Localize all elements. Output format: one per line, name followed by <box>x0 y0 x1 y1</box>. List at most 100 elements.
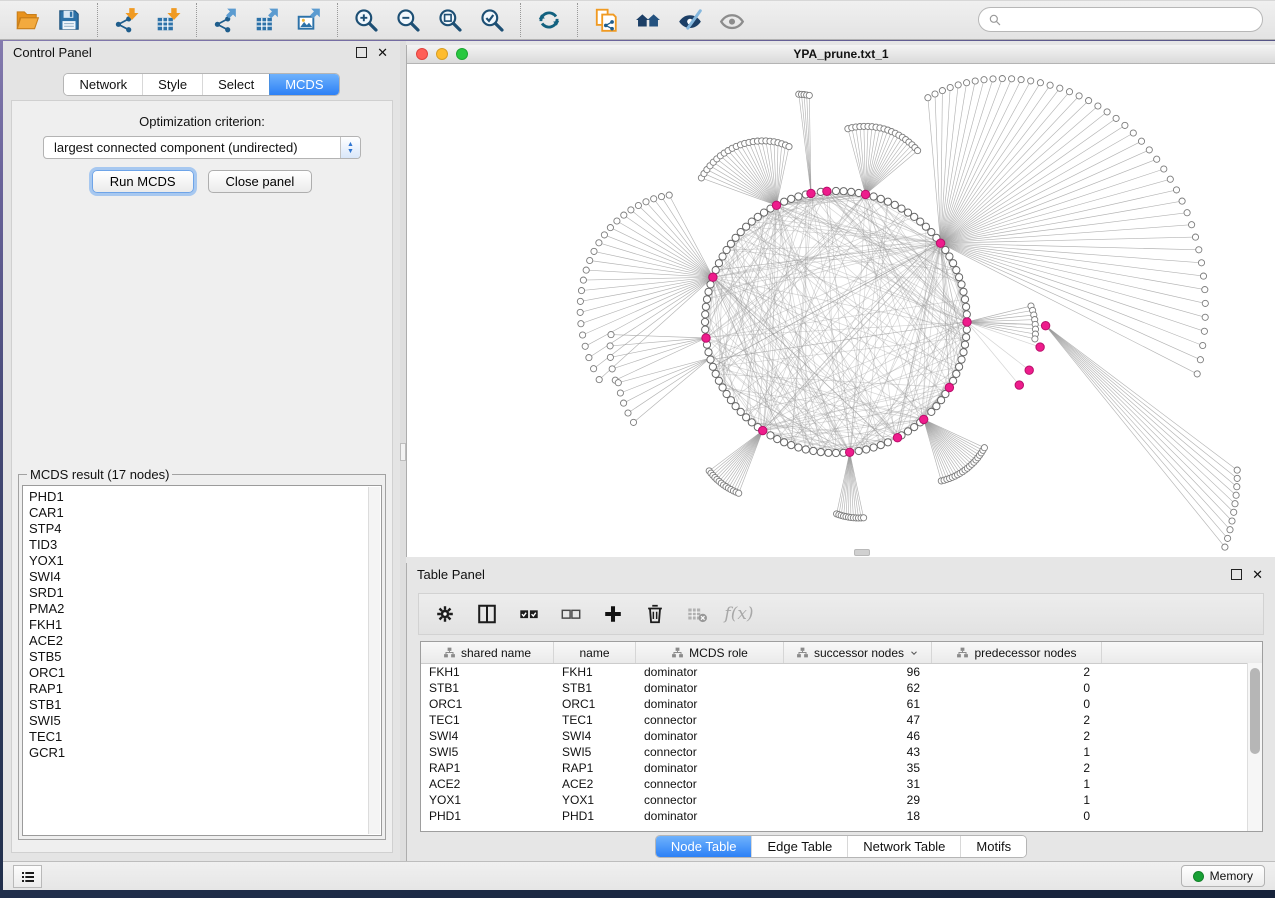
network-graph[interactable] <box>407 64 1275 557</box>
graph-node[interactable] <box>583 267 589 273</box>
graph-node[interactable] <box>981 77 987 83</box>
graph-node[interactable] <box>1028 78 1034 84</box>
graph-node[interactable] <box>963 303 970 310</box>
graph-node[interactable] <box>709 363 716 370</box>
memory-button[interactable]: Memory <box>1181 865 1265 887</box>
graph-node[interactable] <box>635 202 641 208</box>
graph-node[interactable] <box>703 296 710 303</box>
graph-node[interactable] <box>651 196 657 202</box>
graph-node[interactable] <box>643 199 649 205</box>
close-panel-icon[interactable]: ✕ <box>377 47 388 58</box>
graph-node[interactable] <box>736 490 742 496</box>
graph-node[interactable] <box>732 403 739 410</box>
graph-node[interactable] <box>580 332 586 338</box>
list-item[interactable]: STB5 <box>29 649 365 665</box>
graph-node[interactable] <box>1113 115 1119 121</box>
graph-node[interactable] <box>1194 371 1200 377</box>
import-table-button[interactable] <box>147 4 189 36</box>
open-file-button[interactable] <box>6 4 48 36</box>
graph-node[interactable] <box>1086 98 1092 104</box>
mcds-graph-node[interactable] <box>1025 366 1033 374</box>
graph-node[interactable] <box>1047 82 1053 88</box>
mcds-graph-node[interactable] <box>945 383 953 391</box>
export-network-button[interactable] <box>204 4 246 36</box>
graph-node[interactable] <box>621 212 627 218</box>
table-scrollbar-thumb[interactable] <box>1250 668 1260 754</box>
graph-node[interactable] <box>1167 176 1173 182</box>
graph-node[interactable] <box>1200 342 1206 348</box>
graph-node[interactable] <box>939 88 945 94</box>
table-row[interactable]: YOX1YOX1connector291 <box>421 792 1262 808</box>
graph-node[interactable] <box>915 148 921 154</box>
graph-node[interactable] <box>806 92 812 98</box>
graph-node[interactable] <box>788 195 795 202</box>
graph-node[interactable] <box>964 80 970 86</box>
add-entry-button[interactable] <box>595 598 631 630</box>
tab-select[interactable]: Select <box>202 74 269 95</box>
graph-node[interactable] <box>587 257 593 263</box>
graph-node[interactable] <box>658 194 664 200</box>
graph-node[interactable] <box>1104 109 1110 115</box>
graph-node[interactable] <box>960 288 967 295</box>
graph-node[interactable] <box>705 288 712 295</box>
graph-node[interactable] <box>963 334 970 341</box>
graph-node[interactable] <box>1130 130 1136 136</box>
graph-node[interactable] <box>1229 518 1235 524</box>
first-neighbors-button[interactable] <box>627 4 669 36</box>
status-menu-button[interactable] <box>13 865 42 888</box>
graph-node[interactable] <box>1146 147 1152 153</box>
zoom-in-button[interactable] <box>345 4 387 36</box>
graph-node[interactable] <box>955 82 961 88</box>
graph-node[interactable] <box>1066 89 1072 95</box>
graph-node[interactable] <box>840 188 847 195</box>
graph-node[interactable] <box>832 449 839 456</box>
graph-node[interactable] <box>1037 80 1043 86</box>
graph-node[interactable] <box>942 246 949 253</box>
graph-node[interactable] <box>1198 260 1204 266</box>
list-item[interactable]: TEC1 <box>29 729 365 745</box>
graph-node[interactable] <box>958 281 965 288</box>
list-item[interactable]: GCR1 <box>29 745 365 761</box>
graph-node[interactable] <box>1189 222 1195 228</box>
graph-node[interactable] <box>767 432 774 439</box>
hide-selected-button[interactable] <box>669 4 711 36</box>
graph-node[interactable] <box>1057 85 1063 91</box>
graph-node[interactable] <box>586 355 592 361</box>
list-item[interactable]: ORC1 <box>29 665 365 681</box>
column-header-shared-name[interactable]: shared name <box>421 642 554 663</box>
graph-node[interactable] <box>614 218 620 224</box>
list-item[interactable]: STB1 <box>29 697 365 713</box>
list-item[interactable]: TID3 <box>29 537 365 553</box>
graph-node[interactable] <box>1196 247 1202 253</box>
graph-node[interactable] <box>1231 509 1237 515</box>
graph-node[interactable] <box>972 78 978 84</box>
zoom-fit-button[interactable] <box>429 4 471 36</box>
mcds-graph-node[interactable] <box>823 187 831 195</box>
graph-node[interactable] <box>707 356 714 363</box>
graph-node[interactable] <box>932 91 938 97</box>
graph-node[interactable] <box>1202 314 1208 320</box>
export-table-button[interactable] <box>246 4 288 36</box>
graph-node[interactable] <box>825 449 832 456</box>
graph-node[interactable] <box>898 205 905 212</box>
graph-node[interactable] <box>578 321 584 327</box>
clone-network-button[interactable] <box>585 4 627 36</box>
mcds-graph-node[interactable] <box>807 189 815 197</box>
graph-node[interactable] <box>601 232 607 238</box>
graph-node[interactable] <box>877 195 884 202</box>
graph-node[interactable] <box>719 253 726 260</box>
graph-node[interactable] <box>891 201 898 208</box>
graph-node[interactable] <box>596 240 602 246</box>
graph-node[interactable] <box>925 95 931 101</box>
graph-node[interactable] <box>947 84 953 90</box>
minimize-window-icon[interactable] <box>436 48 448 60</box>
mcds-graph-node[interactable] <box>759 426 767 434</box>
run-mcds-button[interactable]: Run MCDS <box>92 170 194 193</box>
graph-node[interactable] <box>1234 467 1240 473</box>
mcds-graph-node[interactable] <box>709 273 717 281</box>
graph-node[interactable] <box>630 419 636 425</box>
graph-node[interactable] <box>591 248 597 254</box>
graph-node[interactable] <box>1138 138 1144 144</box>
float-panel-icon[interactable] <box>356 47 367 58</box>
table-row[interactable]: TEC1TEC1connector472 <box>421 712 1262 728</box>
